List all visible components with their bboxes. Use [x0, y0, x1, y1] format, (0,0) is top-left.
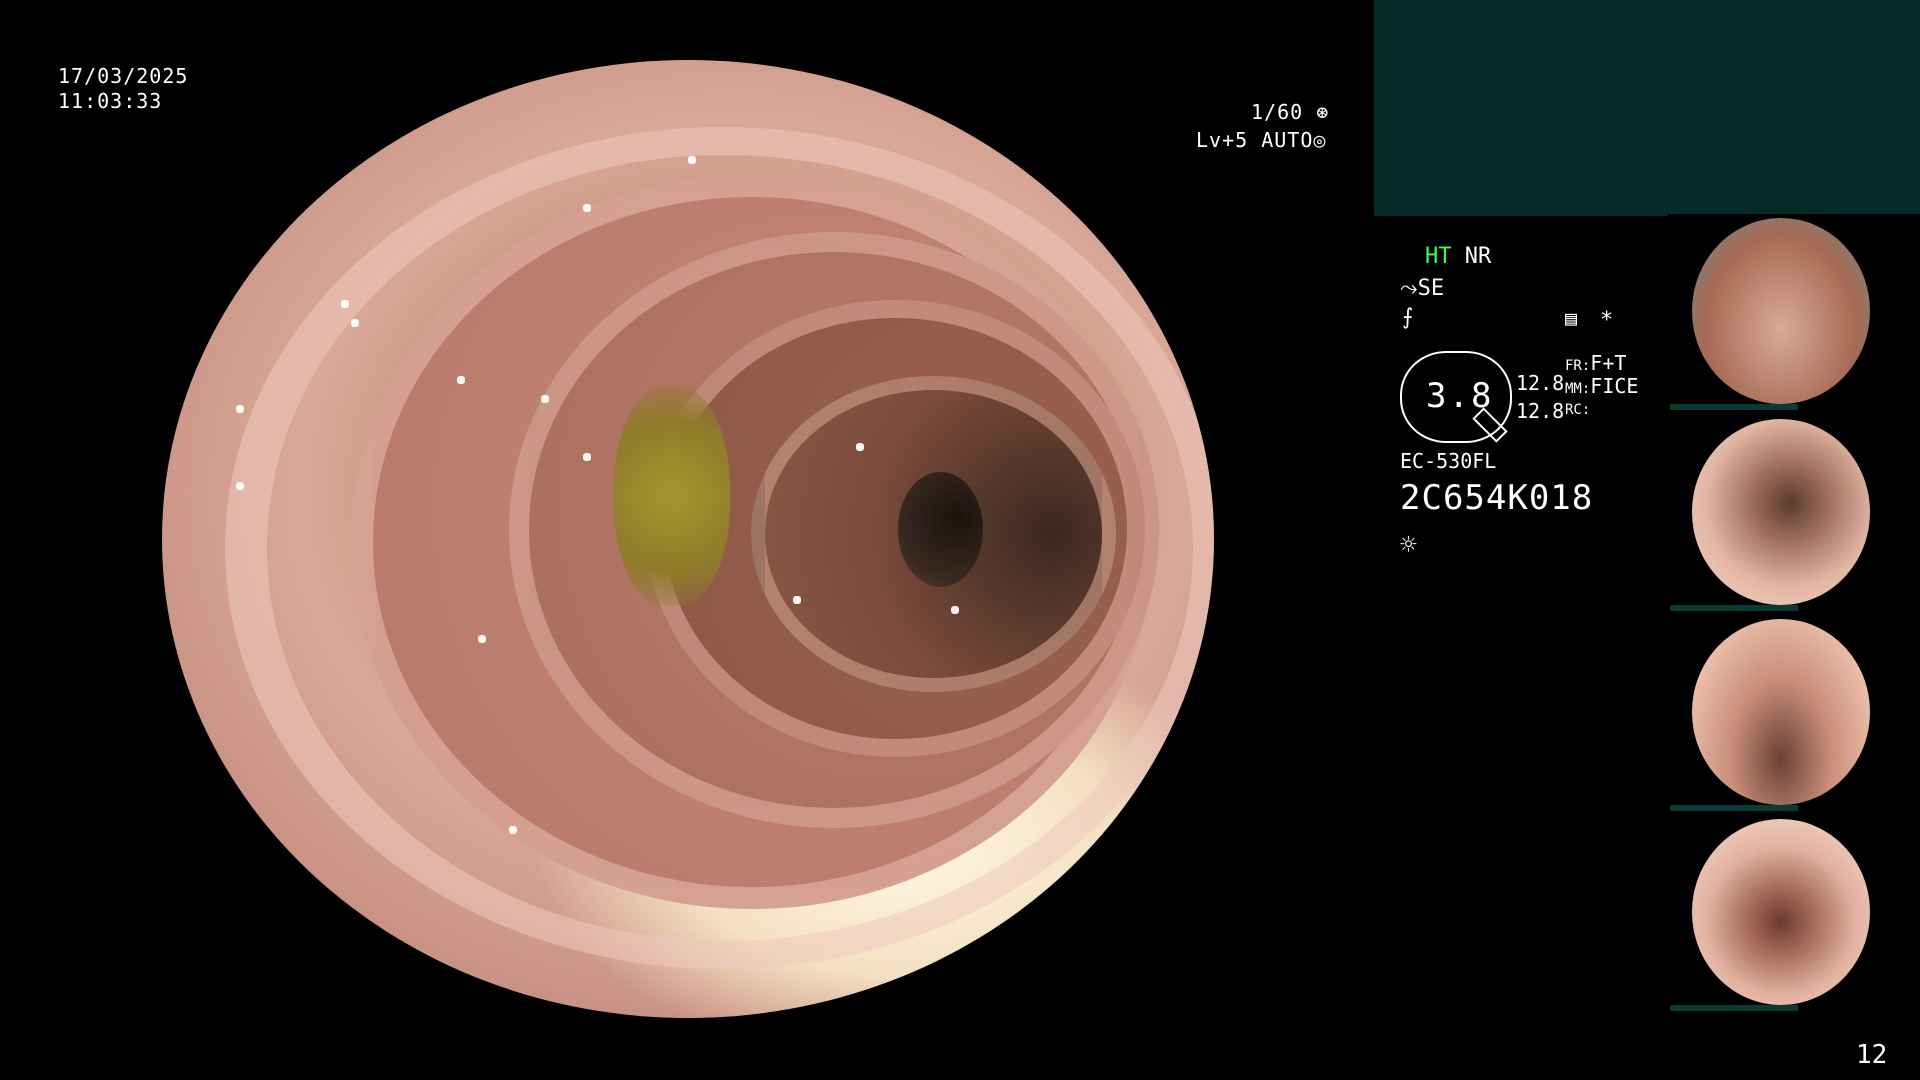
- thumbnail-bar: [1670, 605, 1798, 611]
- date-label: 17/03/2025: [58, 64, 189, 88]
- fluid-pool: [614, 385, 731, 607]
- thumbnail-3[interactable]: [1668, 615, 1920, 811]
- mm-value: FICE: [1590, 374, 1639, 398]
- thumbnail-4[interactable]: [1668, 815, 1920, 1011]
- memo-icon: ▤: [1565, 306, 1578, 330]
- specular-highlight: [582, 203, 591, 212]
- info-panel-background: [1374, 0, 1920, 216]
- thumbnail-2[interactable]: [1668, 415, 1920, 611]
- iris-icon: ◎: [1313, 128, 1327, 152]
- structure-enhance: ⤳SE: [1400, 276, 1444, 301]
- light-icon: ☼: [1400, 528, 1417, 561]
- lumen: [898, 471, 983, 587]
- f-icon: ⨍: [1402, 305, 1414, 330]
- specular-highlight: [456, 376, 465, 385]
- endoscope-main-view: [162, 60, 1214, 1018]
- thumbnail-bar: [1670, 805, 1798, 811]
- fr-setting: FR:F+T: [1565, 351, 1626, 375]
- specular-highlight: [235, 481, 244, 490]
- level-readout: Lv+5 AUTO◎: [1196, 128, 1326, 152]
- aperture-icon: ⊛: [1316, 100, 1330, 124]
- level-value: Lv+5: [1196, 128, 1249, 152]
- specular-highlight: [540, 395, 549, 404]
- thumbnail-1[interactable]: [1668, 214, 1920, 410]
- ht-indicator: HT: [1425, 244, 1452, 269]
- specular-highlight: [951, 606, 959, 615]
- specular-highlight: [477, 634, 486, 643]
- specular-highlight: [582, 452, 591, 461]
- time-label: 11:03:33: [58, 89, 163, 113]
- processing-mode: HT NR: [1425, 244, 1491, 269]
- thumbnail-image: [1692, 819, 1870, 1005]
- specular-highlight: [340, 299, 349, 308]
- thumbnail-image: [1692, 619, 1870, 805]
- shutter-value: 1/60: [1251, 100, 1304, 124]
- auto-label: AUTO: [1261, 128, 1314, 152]
- specular-highlight: [351, 318, 360, 327]
- mm-label: MM:: [1565, 381, 1591, 397]
- specular-highlight: [235, 404, 244, 413]
- fr-label: FR:: [1565, 358, 1591, 374]
- specular-highlight: [688, 155, 696, 164]
- value-b: 12.8: [1516, 399, 1565, 423]
- scope-serial: 2C654K018: [1400, 478, 1594, 518]
- thumbnail-bar: [1670, 404, 1798, 410]
- structure-enhance-icon: ⤳: [1400, 276, 1418, 301]
- star-indicator: *: [1600, 308, 1614, 333]
- nr-indicator: NR: [1464, 244, 1492, 269]
- specular-highlight: [856, 443, 865, 452]
- thumbnail-bar: [1670, 1005, 1798, 1011]
- page-number: 12: [1856, 1040, 1888, 1070]
- thumbnail-image: [1692, 218, 1870, 404]
- mm-setting: MM:FICE: [1565, 374, 1638, 398]
- thumbnail-image: [1692, 419, 1870, 605]
- rc-label: RC:: [1565, 402, 1591, 418]
- specular-highlight: [509, 826, 518, 835]
- value-a: 12.8: [1516, 371, 1565, 395]
- scope-model: EC-530FL: [1400, 449, 1497, 473]
- se-label: SE: [1417, 276, 1445, 301]
- shutter-readout: 1/60 ⊛: [1251, 100, 1329, 124]
- rc-setting: RC:: [1565, 402, 1590, 418]
- fr-value: F+T: [1590, 351, 1627, 375]
